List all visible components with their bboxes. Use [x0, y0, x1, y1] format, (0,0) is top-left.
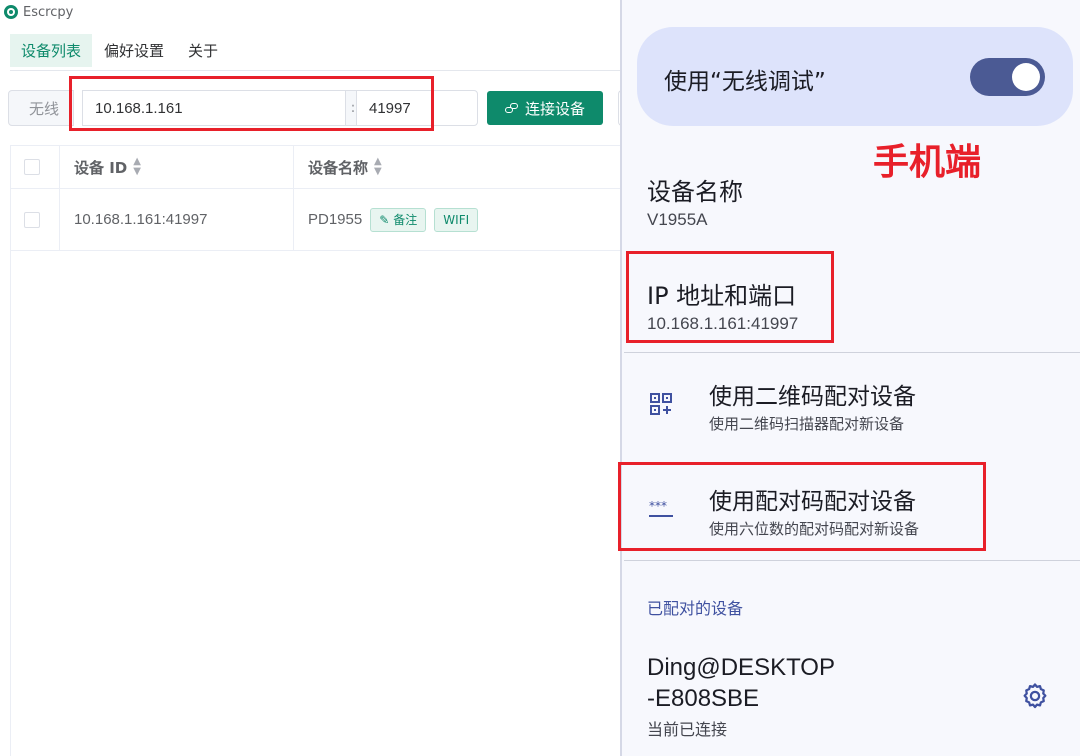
table-row: 10.168.1.161:41997 PD1955 ✎ 备注 WIFI — [10, 189, 640, 251]
row-checkbox-cell — [10, 189, 60, 250]
toggle-knob — [1012, 63, 1040, 91]
qr-pair-option[interactable]: 使用二维码配对设备 使用二维码扫描器配对新设备 — [622, 355, 1080, 455]
column-header-label: 设备名称 — [308, 158, 369, 177]
connection-type-tag: WIFI — [434, 207, 479, 232]
table-header-row: 设备 ID ▲ ▼ 设备名称 ▲ ▼ — [10, 145, 640, 189]
app-title: Escrcpy — [23, 4, 74, 20]
edit-icon: ✎ — [379, 212, 390, 227]
sort-icon[interactable]: ▲ ▼ — [133, 157, 141, 177]
qr-code-icon — [650, 393, 672, 415]
escrcpy-window: Escrcpy 设备列表 偏好设置 关于 无线 : 连接设备 设备 ID ▲▼ — [0, 0, 648, 756]
remark-label: 备注 — [393, 213, 418, 227]
qr-pair-subtitle: 使用二维码扫描器配对新设备 — [709, 415, 905, 433]
escrcpy-logo-icon — [4, 5, 18, 19]
phone-wireless-debug-panel: 使用“无线调试” 手机端 设备名称 V1955A IP 地址和端口 10.168… — [618, 0, 1080, 756]
wireless-debug-toggle[interactable] — [970, 58, 1045, 96]
tab-preferences[interactable]: 偏好设置 — [92, 34, 176, 67]
device-table: 设备 ID ▲ ▼ 设备名称 ▲ ▼ 10.168.1.161:41997 PD19… — [10, 145, 640, 251]
connect-device-label: 连接设备 — [524, 99, 585, 118]
header-checkbox-cell — [10, 146, 60, 188]
phone-side-annotation: 手机端 — [873, 142, 982, 183]
device-name-item: 设备名称 V1955A — [647, 172, 743, 230]
remark-tag[interactable]: ✎ 备注 — [370, 207, 427, 232]
paired-device-status: 当前已连接 — [647, 720, 728, 739]
row-checkbox[interactable] — [24, 211, 40, 228]
title-bar: Escrcpy — [0, 0, 640, 24]
annotation-box-phone-ip — [626, 251, 834, 343]
wireless-debug-card[interactable]: 使用“无线调试” — [637, 27, 1073, 126]
divider — [624, 560, 1080, 561]
qr-pair-title: 使用二维码配对设备 — [709, 384, 916, 410]
wireless-debug-label: 使用“无线调试” — [664, 69, 826, 95]
paired-device-name-line1: Ding@DESKTOP — [647, 654, 835, 681]
device-id-cell: 10.168.1.161:41997 — [60, 189, 294, 250]
column-header-device-id[interactable]: 设备 ID ▲ ▼ — [60, 146, 294, 188]
main-tabs: 设备列表 偏好设置 关于 — [10, 33, 230, 67]
tabs-divider — [10, 70, 640, 71]
connect-device-button[interactable]: 连接设备 — [487, 91, 603, 125]
annotation-box-pair-code — [618, 462, 986, 551]
tab-about[interactable]: 关于 — [176, 34, 230, 67]
column-header-label: 设备 ID — [74, 158, 128, 177]
paired-device-name-line2: -E808SBE — [647, 685, 760, 712]
paired-device-item[interactable]: Ding@DESKTOP -E808SBE 当前已连接 — [647, 652, 907, 740]
annotation-box-ip-port — [69, 76, 434, 131]
tab-device-list[interactable]: 设备列表 — [10, 33, 93, 67]
link-icon — [504, 101, 519, 115]
device-name-label: 设备名称 — [647, 178, 743, 206]
paired-devices-heading: 已配对的设备 — [647, 599, 744, 618]
column-header-device-name[interactable]: 设备名称 ▲ ▼ — [294, 146, 640, 188]
device-name-value: V1955A — [647, 210, 708, 229]
device-name-cell: PD1955 ✎ 备注 WIFI — [294, 189, 640, 250]
divider — [624, 352, 1080, 353]
select-all-checkbox[interactable] — [24, 159, 40, 175]
device-name: PD1955 — [308, 211, 363, 228]
sort-icon[interactable]: ▲ ▼ — [374, 157, 382, 177]
gear-icon[interactable] — [1020, 681, 1050, 711]
connection-mode-select[interactable]: 无线 — [8, 90, 74, 126]
